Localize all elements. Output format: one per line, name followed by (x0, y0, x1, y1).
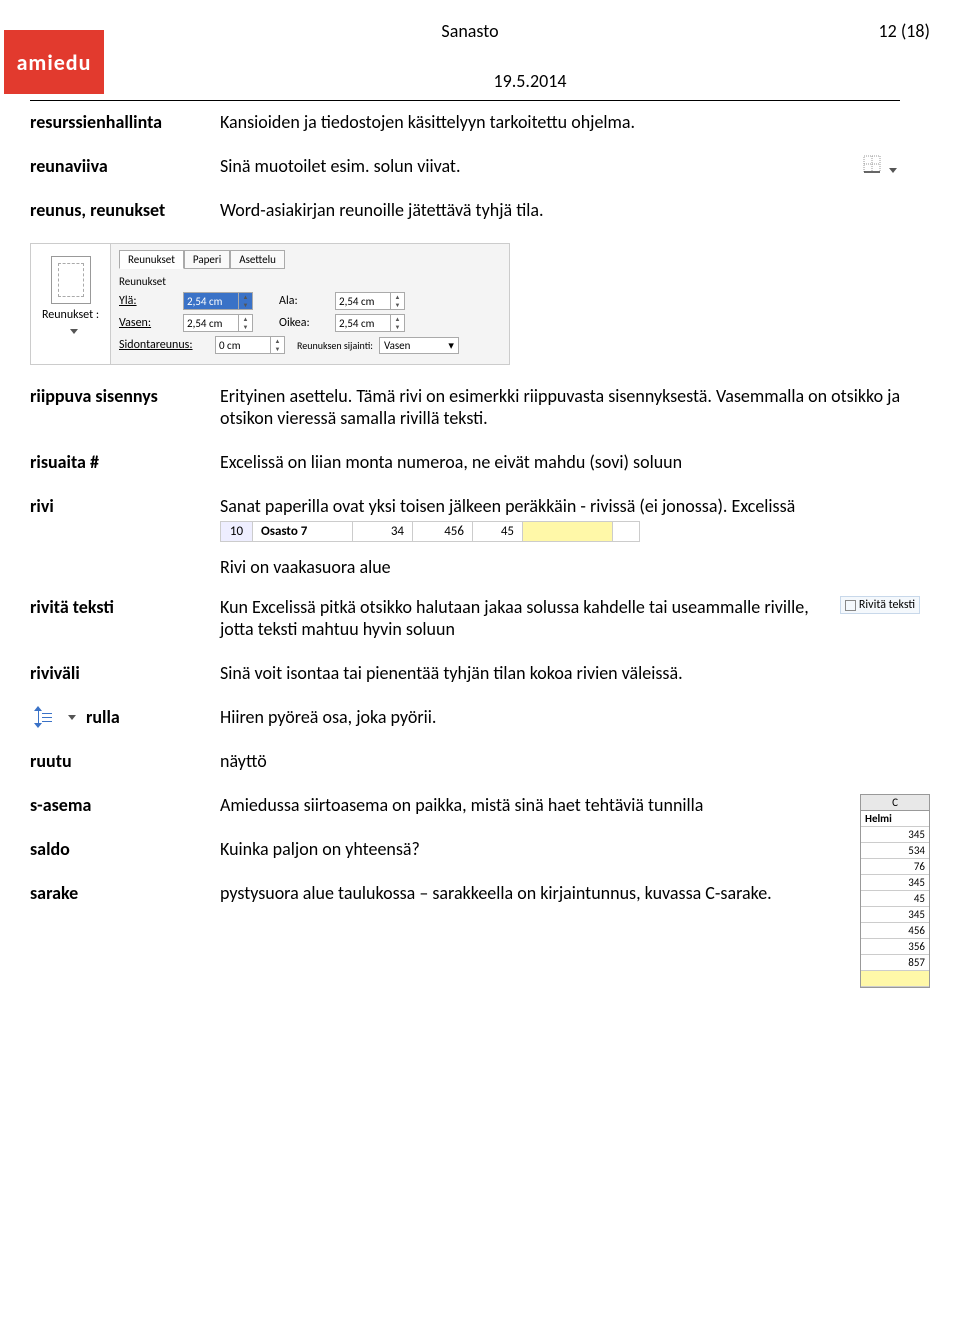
definition: pystysuora alue taulukossa – sarakkeella… (220, 882, 850, 904)
term: sarake (30, 882, 220, 904)
column-c-cell-highlight (861, 971, 929, 987)
column-c-cell: 857 (861, 955, 929, 971)
definition: Word-asiakirjan reunoille jätettävä tyhj… (220, 199, 930, 221)
column-c-cell: 456 (861, 923, 929, 939)
term: rulla (86, 706, 120, 728)
entry-reunus: reunus, reunukset Word-asiakirjan reunoi… (30, 199, 930, 221)
definition: näyttö (220, 750, 930, 772)
page-number: 12 (18) (810, 20, 930, 42)
term: riviväli (30, 662, 220, 684)
label-sidonta: Sidontareunus: (119, 338, 209, 352)
select-gutter-position[interactable]: Vasen▾ (379, 337, 459, 354)
column-c-cell: 345 (861, 827, 929, 843)
chevron-down-icon (68, 715, 76, 720)
term: risuaita # (30, 451, 220, 473)
rivi-extra-note: Rivi on vaakasuora alue (220, 556, 930, 578)
cell-highlight (523, 522, 613, 541)
column-c-cell: 345 (861, 875, 929, 891)
row-number-cell: 10 (221, 522, 253, 541)
wrap-text-button[interactable]: Rivitä teksti (840, 596, 920, 614)
entry-riippuva-sisennys: riippuva sisennys Erityinen asettelu. Tä… (30, 385, 930, 429)
logo: amiedu (4, 30, 104, 100)
cell-b: 34 (353, 522, 413, 541)
input-gutter[interactable]: 0 cm▲▼ (215, 336, 285, 354)
definition: Kansioiden ja tiedostojen käsittelyyn ta… (220, 111, 930, 133)
definition: Sanat paperilla ovat yksi toisen jälkeen… (220, 495, 930, 517)
term: resurssienhallinta (30, 111, 220, 133)
doc-date: 19.5.2014 (30, 70, 930, 92)
input-right-margin[interactable]: 2,54 cm▲▼ (335, 314, 405, 332)
input-left-margin[interactable]: 2,54 cm▲▼ (183, 314, 253, 332)
label-vasen: Vasen: (119, 316, 177, 330)
label-ala: Ala: (279, 294, 329, 308)
line-spacing-icon[interactable] (30, 708, 52, 726)
tab-asettelu[interactable]: Asettelu (230, 250, 285, 269)
chevron-down-icon (889, 168, 897, 173)
definition: Amiedussa siirtoasema on paikka, mistä s… (220, 794, 850, 816)
definition: Erityinen asettelu. Tämä rivi on esimerk… (220, 385, 930, 429)
column-c-cell: 45 (861, 891, 929, 907)
definition: Sinä muotoilet esim. solun viivat. (220, 155, 830, 177)
column-c-cell: Helmi (861, 811, 929, 827)
tab-paperi[interactable]: Paperi (184, 250, 230, 269)
term: reunaviiva (30, 155, 220, 177)
entry-risuaita: risuaita # Excelissä on liian monta nume… (30, 451, 930, 473)
column-c-cell: 345 (861, 907, 929, 923)
doc-title: Sanasto (30, 20, 810, 42)
tab-reunukset[interactable]: Reunukset (119, 250, 184, 269)
label-oikea: Oikea: (279, 316, 329, 330)
margins-side-label[interactable]: Reunukset : (35, 308, 106, 322)
definition: Kuinka paljon on yhteensä? (220, 838, 850, 860)
entry-sarake: sarake pystysuora alue taulukossa – sara… (30, 882, 850, 904)
column-header-c: C (861, 795, 929, 811)
term: saldo (30, 838, 220, 860)
term: rivi (30, 495, 220, 517)
entry-resurssienhallinta: resurssienhallinta Kansioiden ja tiedost… (30, 111, 930, 133)
input-bottom-margin[interactable]: 2,54 cm▲▼ (335, 292, 405, 310)
entry-rivivali: riviväli Sinä voit isontaa tai pienentää… (30, 662, 930, 684)
checkbox-icon (845, 600, 856, 611)
term: reunus, reunukset (30, 199, 220, 221)
entry-rulla: rulla Hiiren pyöreä osa, joka pyörii. (30, 706, 930, 728)
entry-reunaviiva: reunaviiva Sinä muotoilet esim. solun vi… (30, 155, 930, 177)
entry-rivi: rivi Sanat paperilla ovat yksi toisen jä… (30, 495, 930, 517)
definition: Kun Excelissä pitkä otsikko halutaan jak… (220, 596, 830, 640)
label-sijainti: Reunuksen sijainti: (297, 339, 373, 352)
label-yla: Ylä: (119, 294, 177, 308)
margins-preview-icon (51, 256, 91, 304)
input-top-margin[interactable]: 2,54 cm▲▼ (183, 292, 253, 310)
term: ruutu (30, 750, 220, 772)
definition: Hiiren pyöreä osa, joka pyörii. (220, 706, 930, 728)
header-divider (30, 100, 900, 101)
border-grid-icon (863, 155, 881, 173)
column-c-cell: 356 (861, 939, 929, 955)
entry-s-asema: s-asema Amiedussa siirtoasema on paikka,… (30, 794, 850, 816)
term: riippuva sisennys (30, 385, 220, 407)
entry-saldo: saldo Kuinka paljon on yhteensä? (30, 838, 850, 860)
definition: Excelissä on liian monta numeroa, ne eiv… (220, 451, 930, 473)
chevron-down-icon (70, 329, 78, 334)
cell-c: 456 (413, 522, 473, 541)
cell-a: Osasto 7 (253, 522, 353, 541)
excel-row-example: 10 Osasto 7 34 456 45 (220, 521, 640, 542)
definition: Sinä voit isontaa tai pienentää tyhjän t… (220, 662, 930, 684)
page-setup-dialog: Reunukset : Reunukset Paperi Asettelu Re… (30, 243, 510, 365)
cell-d: 45 (473, 522, 523, 541)
term: rivitä teksti (30, 596, 220, 618)
term: s-asema (30, 794, 220, 816)
entry-rivita-teksti: rivitä teksti Kun Excelissä pitkä otsikk… (30, 596, 930, 640)
column-c-cell: 534 (861, 843, 929, 859)
column-c-example: C Helmi 345 534 76 345 45 345 456 356 85… (860, 794, 930, 988)
column-c-cell: 76 (861, 859, 929, 875)
border-dropdown-icon[interactable] (830, 155, 930, 177)
section-heading: Reunukset (119, 275, 501, 288)
entry-ruutu: ruutu näyttö (30, 750, 930, 772)
